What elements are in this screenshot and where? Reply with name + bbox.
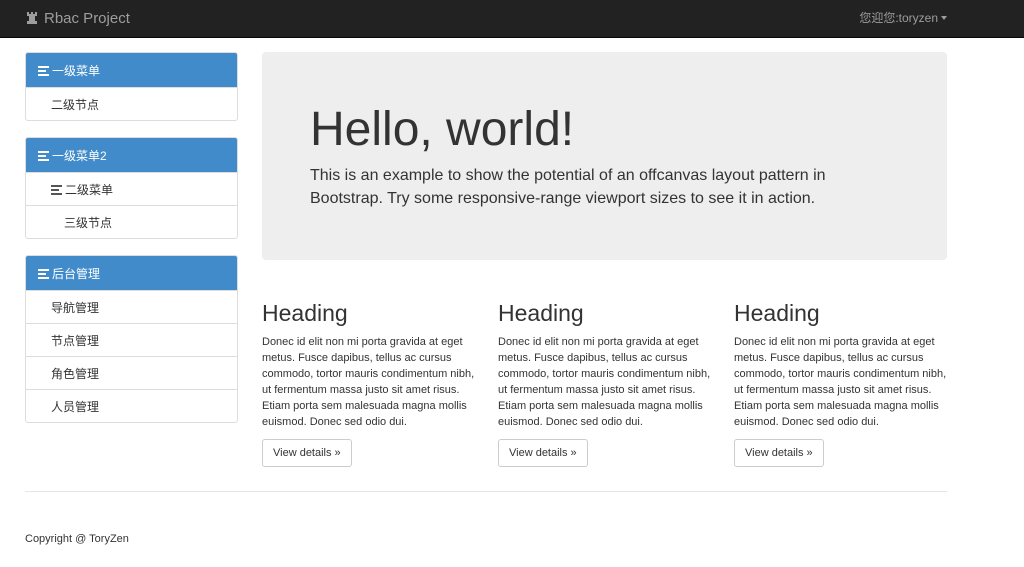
column-text: Donec id elit non mi porta gravida at eg…	[734, 336, 947, 428]
view-details-button[interactable]: View details »	[734, 439, 824, 467]
view-details-button[interactable]: View details »	[262, 439, 352, 467]
sidebar-panel-menu2: 一级菜单2 二级菜单 三级节点	[25, 137, 238, 239]
brand-label: Rbac Project	[44, 9, 130, 27]
column-heading: Heading	[262, 300, 348, 326]
sidebar-panel-heading[interactable]: 后台管理	[26, 256, 237, 290]
sidebar-panel-title: 后台管理	[52, 266, 101, 281]
sidebar-item-label: 二级菜单	[65, 182, 114, 197]
list-icon	[38, 65, 49, 76]
sidebar: 一级菜单 二级节点 一级菜单2 二级菜单 三级节点 后台管理 导航管理 节点管理…	[25, 52, 238, 439]
column-heading: Heading	[498, 300, 584, 326]
list-icon	[51, 184, 62, 195]
sidebar-panel-heading[interactable]: 一级菜单	[26, 53, 237, 87]
sidebar-item-label: 三级节点	[64, 215, 113, 230]
column-heading: Heading	[734, 300, 820, 326]
sidebar-item[interactable]: 导航管理	[26, 290, 237, 323]
sidebar-item-label: 节点管理	[51, 333, 100, 348]
sidebar-item[interactable]: 三级节点	[26, 205, 237, 238]
content-column: Heading Donec id elit non mi porta gravi…	[734, 297, 948, 467]
sidebar-panel-menu1: 一级菜单 二级节点	[25, 52, 238, 121]
caret-down-icon	[941, 15, 947, 20]
sidebar-item-label: 人员管理	[51, 399, 100, 414]
sidebar-panel-title: 一级菜单	[52, 63, 101, 78]
top-navbar: Rbac Project 您迎您:toryzen	[0, 0, 1024, 38]
jumbotron: Hello, world! This is an example to show…	[262, 52, 947, 260]
sidebar-panel-heading[interactable]: 一级菜单2	[26, 138, 237, 172]
sidebar-item[interactable]: 二级节点	[26, 87, 237, 120]
footer-divider	[25, 491, 947, 492]
sidebar-panel-title: 一级菜单2	[52, 148, 107, 163]
jumbotron-text: This is an example to show the potential…	[310, 167, 826, 207]
sidebar-item[interactable]: 角色管理	[26, 356, 237, 389]
user-dropdown[interactable]: 您迎您:toryzen	[859, 9, 947, 26]
column-text: Donec id elit non mi porta gravida at eg…	[262, 336, 475, 428]
sidebar-item[interactable]: 二级菜单	[26, 172, 237, 205]
view-details-button[interactable]: View details »	[498, 439, 588, 467]
rook-icon	[25, 11, 39, 25]
user-label: 您迎您:toryzen	[859, 11, 938, 25]
sidebar-item[interactable]: 人员管理	[26, 389, 237, 422]
list-icon	[38, 150, 49, 161]
list-icon	[38, 268, 49, 279]
column-text: Donec id elit non mi porta gravida at eg…	[498, 336, 711, 428]
brand-link[interactable]: Rbac Project	[25, 8, 130, 28]
sidebar-item-label: 导航管理	[51, 300, 100, 315]
sidebar-item[interactable]: 节点管理	[26, 323, 237, 356]
footer-copyright: Copyright @ ToryZen	[25, 533, 129, 545]
sidebar-item-label: 二级节点	[51, 97, 100, 112]
content-column: Heading Donec id elit non mi porta gravi…	[262, 297, 476, 467]
jumbotron-title: Hello, world!	[310, 103, 575, 156]
sidebar-panel-admin: 后台管理 导航管理 节点管理 角色管理 人员管理	[25, 255, 238, 423]
content-column: Heading Donec id elit non mi porta gravi…	[498, 297, 712, 467]
sidebar-item-label: 角色管理	[51, 366, 100, 381]
